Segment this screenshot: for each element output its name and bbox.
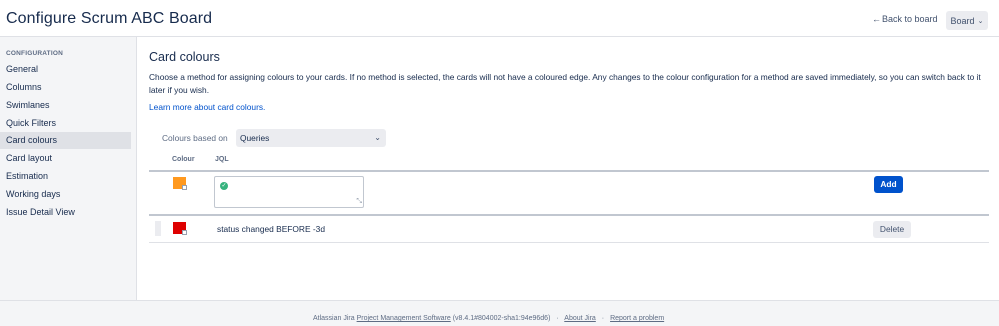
- add-button[interactable]: Add: [874, 176, 903, 193]
- footer-text: Atlassian Jira Project Management Softwa…: [313, 315, 664, 322]
- sidebar-item-swimlanes[interactable]: Swimlanes: [0, 97, 131, 114]
- chevron-down-icon: ⌄: [374, 133, 381, 142]
- new-colour-swatch[interactable]: [173, 177, 187, 190]
- new-jql-textarea[interactable]: ✓ ⤡: [214, 176, 364, 208]
- delete-button[interactable]: Delete: [873, 221, 911, 238]
- table-row-divider: [149, 214, 989, 216]
- sidebar: CONFIGURATION General Columns Swimlanes …: [0, 37, 137, 300]
- sidebar-item-issue-detail-view[interactable]: Issue Detail View: [0, 204, 131, 221]
- footer-about-link[interactable]: About Jira: [564, 315, 596, 322]
- learn-more-link[interactable]: Learn more about card colours.: [149, 102, 265, 112]
- table-bottom-divider: [149, 242, 989, 243]
- colours-based-on-label: Colours based on: [162, 133, 228, 143]
- column-header-jql: JQL: [215, 156, 229, 163]
- footer-separator: ·: [556, 315, 559, 322]
- footer-prefix: Atlassian Jira: [313, 315, 355, 322]
- page-footer: Atlassian Jira Project Management Softwa…: [0, 300, 999, 326]
- board-dropdown-button[interactable]: Board ⌄: [946, 11, 988, 30]
- back-arrow-icon: ←: [872, 14, 881, 24]
- footer-pms-link[interactable]: Project Management Software: [357, 315, 451, 322]
- sidebar-item-general[interactable]: General: [0, 61, 131, 78]
- column-header-colour: Colour: [172, 156, 195, 163]
- colour-picker-corner-icon: [182, 185, 187, 190]
- page-title: Configure Scrum ABC Board: [6, 10, 213, 27]
- chevron-down-icon: ⌄: [977, 17, 984, 25]
- back-to-board-link[interactable]: ← Back to board: [872, 14, 938, 24]
- sidebar-item-quick-filters[interactable]: Quick Filters: [0, 115, 131, 132]
- sidebar-item-card-layout[interactable]: Card layout: [0, 150, 131, 167]
- footer-separator: ·: [601, 315, 605, 322]
- page-header: Configure Scrum ABC Board ← Back to boar…: [0, 0, 999, 37]
- board-button-label: Board: [950, 15, 975, 26]
- section-description: Choose a method for assigning colours to…: [149, 72, 981, 95]
- sidebar-heading: CONFIGURATION: [6, 50, 64, 57]
- row-drag-handle[interactable]: [155, 221, 161, 236]
- row-jql-text[interactable]: status changed BEFORE -3d: [217, 224, 325, 234]
- valid-check-icon: ✓: [220, 182, 228, 190]
- colour-picker-corner-icon: [182, 230, 187, 235]
- footer-report-link[interactable]: Report a problem: [610, 315, 664, 322]
- sidebar-item-columns[interactable]: Columns: [0, 79, 131, 96]
- colours-based-on-select[interactable]: Queries ⌄: [236, 129, 386, 147]
- sidebar-item-card-colours[interactable]: Card colours: [0, 132, 131, 149]
- section-title: Card colours: [149, 50, 220, 64]
- back-to-board-label: Back to board: [882, 14, 938, 24]
- sidebar-item-working-days[interactable]: Working days: [0, 186, 131, 203]
- table-header-divider: [149, 170, 989, 172]
- resize-grip-icon[interactable]: ⤡: [356, 198, 362, 206]
- colours-based-on-value: Queries: [240, 133, 270, 143]
- sidebar-item-estimation[interactable]: Estimation: [0, 168, 131, 185]
- row-colour-swatch[interactable]: [173, 222, 187, 235]
- footer-version: (v8.4.1#804002-sha1:94e96d6): [452, 315, 551, 322]
